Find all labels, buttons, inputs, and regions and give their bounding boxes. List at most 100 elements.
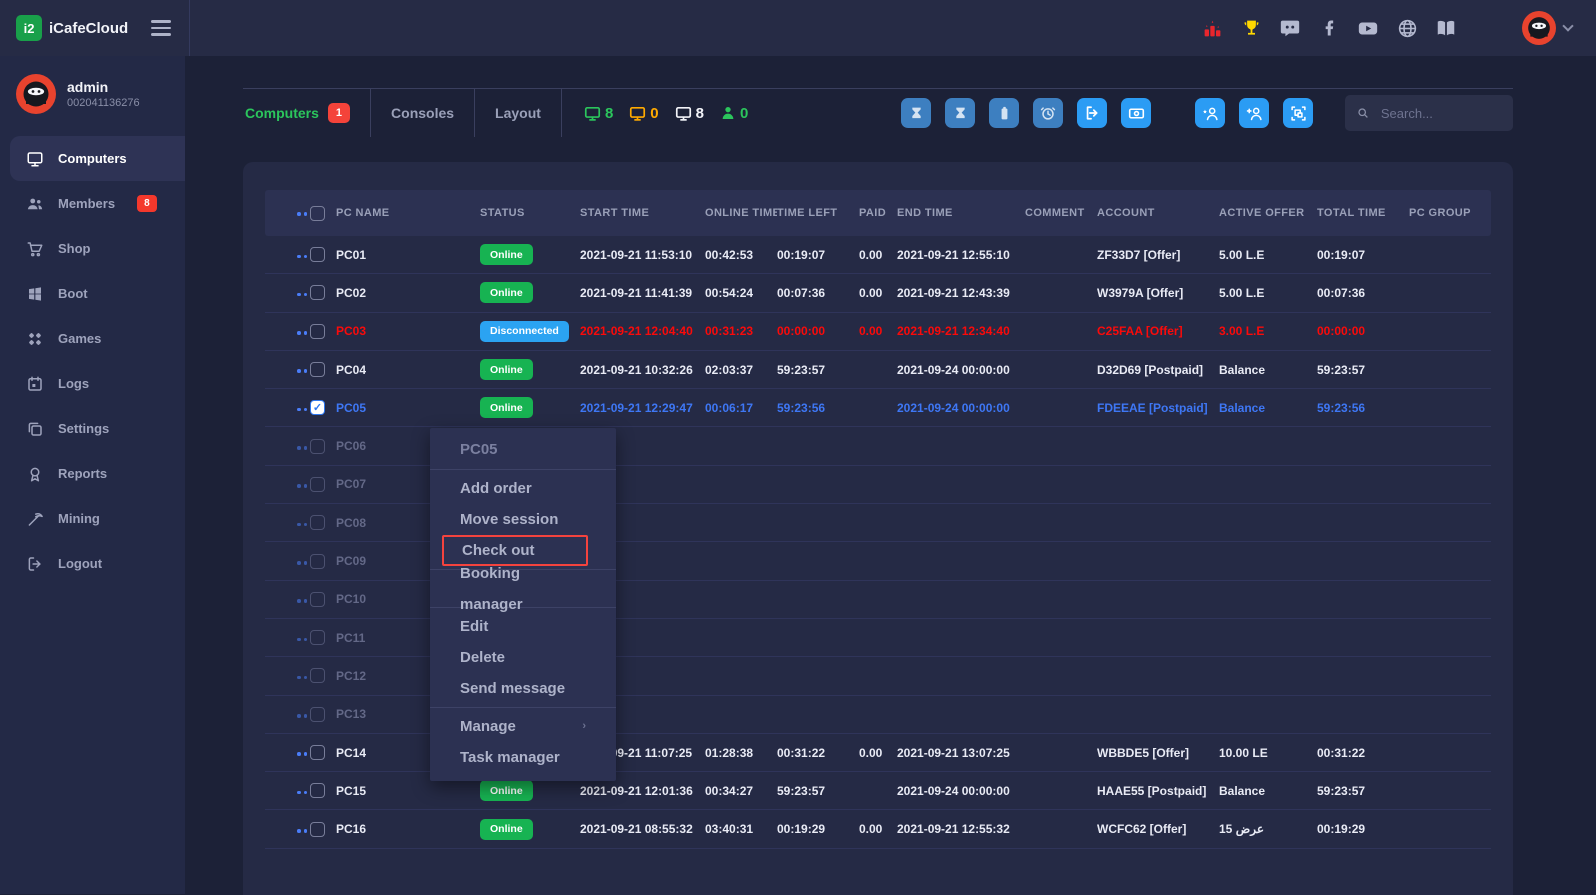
time-left: 00:19:29 (777, 822, 859, 836)
row-checkbox[interactable]: ✓ (310, 400, 325, 415)
search-box[interactable] (1345, 95, 1513, 131)
row-actions-icon[interactable] (295, 289, 310, 301)
row-actions-icon[interactable] (295, 365, 310, 377)
menu-toggle-icon[interactable] (147, 16, 175, 39)
youtube-icon[interactable] (1357, 17, 1379, 39)
user-menu[interactable] (1522, 11, 1572, 45)
row-actions-icon[interactable] (295, 557, 310, 569)
table-row[interactable]: PC02 Online 2021-09-21 11:41:39 00:54:24… (265, 274, 1491, 312)
user-block[interactable]: admin 002041136276 (0, 56, 185, 136)
client-screen-button[interactable] (1283, 98, 1313, 128)
menu-item-add-order[interactable]: Add order (430, 473, 616, 504)
sidebar-item-label: Shop (58, 241, 91, 256)
row-checkbox[interactable] (310, 668, 325, 683)
table-row[interactable]: PC01 Online 2021-09-21 11:53:10 00:42:53… (265, 236, 1491, 274)
row-actions-icon[interactable] (295, 595, 310, 607)
select-all-checkbox[interactable] (310, 206, 325, 221)
table-row[interactable]: PC03 Disconnected 2021-09-21 12:04:40 00… (265, 313, 1491, 351)
tab-computers[interactable]: Computers 1 (243, 89, 370, 137)
row-checkbox[interactable] (310, 822, 325, 837)
sidebar-item-computers[interactable]: Computers (10, 136, 185, 181)
table-row[interactable]: ✓PC05 Online 2021-09-21 12:29:47 00:06:1… (265, 389, 1491, 427)
sidebar-item-mining[interactable]: Mining (0, 496, 185, 541)
row-actions-icon[interactable] (295, 787, 310, 799)
table-row[interactable]: PC16 Online 2021-09-21 08:55:32 03:40:31… (265, 810, 1491, 848)
row-checkbox[interactable] (310, 554, 325, 569)
row-actions-icon[interactable] (295, 710, 310, 722)
online-time: 00:42:53 (705, 248, 777, 262)
row-actions-icon[interactable] (295, 634, 310, 646)
row-checkbox[interactable] (310, 439, 325, 454)
tab-label: Computers (245, 105, 319, 121)
total-computers-counter: 8 (675, 105, 704, 122)
sidebar-item-members[interactable]: Members8 (0, 181, 185, 226)
sidebar-item-reports[interactable]: Reports (0, 451, 185, 496)
discord-icon[interactable] (1279, 17, 1301, 39)
row-checkbox[interactable] (310, 630, 325, 645)
sidebar-item-logs[interactable]: Logs (0, 361, 185, 406)
row-checkbox[interactable] (310, 477, 325, 492)
account: WCFC62 [Offer] (1097, 822, 1219, 836)
table-row[interactable]: PC04 Online 2021-09-21 10:32:26 02:03:37… (265, 351, 1491, 389)
row-actions-icon[interactable] (295, 442, 310, 454)
add-member-star-icon (1202, 105, 1219, 122)
sidebar-item-shop[interactable]: Shop (0, 226, 185, 271)
row-checkbox[interactable] (310, 707, 325, 722)
row-actions-icon[interactable] (295, 480, 310, 492)
sidebar-item-games[interactable]: Games (0, 316, 185, 361)
menu-item-booking-manager[interactable]: Booking manager (430, 573, 616, 604)
podium-icon[interactable] (1201, 17, 1223, 39)
hourglass-button[interactable] (901, 98, 931, 128)
gamepad-icon (26, 330, 44, 348)
sidebar-item-label: Logout (58, 556, 102, 571)
row-actions-icon[interactable] (295, 672, 310, 684)
menu-item-delete[interactable]: Delete (430, 642, 616, 673)
search-input[interactable] (1379, 105, 1505, 122)
row-actions-icon[interactable] (295, 404, 310, 416)
chevron-down-icon (1562, 20, 1573, 31)
row-checkbox[interactable] (310, 592, 325, 607)
time-left: 00:00:00 (777, 324, 859, 338)
column-header: PAID (859, 207, 897, 219)
book-icon[interactable] (1435, 17, 1457, 39)
pickaxe-icon (26, 510, 44, 528)
hourglass2-button[interactable] (945, 98, 975, 128)
column-header: PC NAME (336, 207, 390, 219)
battery-button[interactable] (989, 98, 1019, 128)
row-actions-icon[interactable] (295, 825, 310, 837)
add-member-star-button[interactable] (1195, 98, 1225, 128)
row-actions-icon[interactable] (295, 748, 310, 760)
bulk-actions-icon[interactable] (295, 208, 310, 220)
tab-layout[interactable]: Layout (475, 89, 561, 137)
row-checkbox[interactable] (310, 285, 325, 300)
active-offer: 5.00 L.E (1219, 248, 1317, 262)
cash-button[interactable] (1121, 98, 1151, 128)
row-actions-icon[interactable] (295, 327, 310, 339)
row-actions-icon[interactable] (295, 519, 310, 531)
app-logo[interactable]: i2 iCafeCloud (16, 15, 128, 41)
row-checkbox[interactable] (310, 745, 325, 760)
menu-item-task-manager[interactable]: Task manager (430, 742, 616, 773)
add-member-plus-button[interactable] (1239, 98, 1269, 128)
sidebar-item-logout[interactable]: Logout (0, 541, 185, 586)
row-checkbox[interactable] (310, 362, 325, 377)
globe-icon[interactable] (1396, 17, 1418, 39)
menu-divider (430, 469, 616, 470)
sign-out-button[interactable] (1077, 98, 1107, 128)
menu-item-move-session[interactable]: Move session (430, 504, 616, 535)
row-checkbox[interactable] (310, 515, 325, 530)
facebook-icon[interactable] (1318, 17, 1340, 39)
row-checkbox[interactable] (310, 324, 325, 339)
trophy-icon[interactable] (1240, 17, 1262, 39)
row-checkbox[interactable] (310, 783, 325, 798)
row-actions-icon[interactable] (295, 251, 310, 263)
sidebar-item-boot[interactable]: Boot (0, 271, 185, 316)
logo-icon: i2 (16, 15, 42, 41)
row-checkbox[interactable] (310, 247, 325, 262)
menu-item-manage[interactable]: Manage› (430, 711, 616, 742)
sidebar-item-settings[interactable]: Settings (0, 406, 185, 451)
tab-consoles[interactable]: Consoles (371, 89, 474, 137)
menu-item-send-message[interactable]: Send message (430, 673, 616, 704)
logo-text: iCafeCloud (49, 20, 128, 37)
alarm-clock-button[interactable] (1033, 98, 1063, 128)
